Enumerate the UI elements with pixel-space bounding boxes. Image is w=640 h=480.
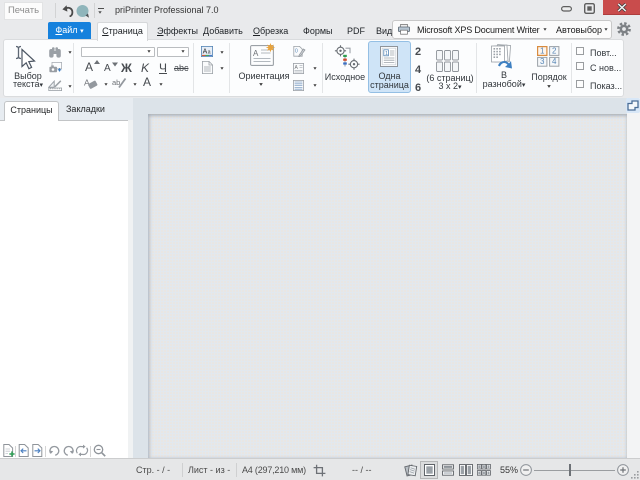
svg-text:1: 1 (385, 51, 388, 57)
svg-text:a: a (208, 50, 211, 56)
svg-text:3: 3 (540, 57, 545, 66)
svg-text:ab: ab (112, 78, 120, 87)
svg-text:0: 0 (295, 49, 298, 55)
svg-text:2: 2 (552, 46, 557, 55)
svg-text:A: A (253, 49, 259, 58)
svg-text:4: 4 (552, 57, 557, 66)
svg-text:1: 1 (540, 46, 545, 55)
